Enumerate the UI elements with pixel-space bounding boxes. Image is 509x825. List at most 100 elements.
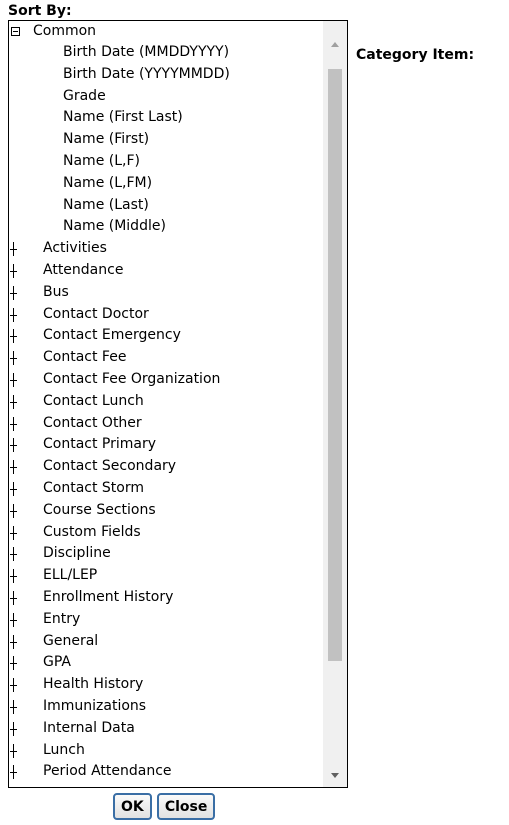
tree-node-group[interactable]: Discipline [9, 543, 324, 565]
expand-plus-icon[interactable] [10, 678, 18, 693]
tree-leaf-label[interactable]: Birth Date (YYYYMMDD) [63, 64, 230, 86]
tree-leaf-item[interactable]: Name (Middle) [9, 216, 324, 238]
expand-plus-icon[interactable] [10, 721, 18, 736]
expand-plus-icon[interactable] [10, 699, 18, 714]
tree-node-group[interactable]: ELL/LEP [9, 565, 324, 587]
tree-node-group[interactable]: Contact Fee [9, 347, 324, 369]
tree-node-label[interactable]: General [43, 631, 98, 653]
tree-node-label[interactable]: Contact Secondary [43, 456, 176, 478]
expand-plus-icon[interactable] [10, 569, 18, 584]
tree-node-group[interactable]: Contact Lunch [9, 391, 324, 413]
tree-node-label[interactable]: Contact Storm [43, 478, 144, 500]
tree-node-label[interactable]: Contact Fee Organization [43, 369, 220, 391]
tree-node-label[interactable]: Immunizations [43, 696, 146, 718]
tree-node-label[interactable]: Discipline [43, 543, 111, 565]
collapse-icon[interactable] [11, 27, 20, 36]
sort-by-tree[interactable]: Common Birth Date (MMDDYYYY) Birth Date (… [8, 20, 348, 788]
tree-node-label[interactable]: Contact Lunch [43, 391, 144, 413]
tree-node-group[interactable]: Contact Other [9, 413, 324, 435]
tree-node-label[interactable]: Contact Fee [43, 347, 126, 369]
tree-leaf-label[interactable]: Name (L,F) [63, 151, 140, 173]
tree-node-label[interactable]: Contact Other [43, 413, 142, 435]
tree-leaf-label[interactable]: Grade [63, 86, 106, 108]
expand-plus-icon[interactable] [10, 307, 18, 322]
tree-node-label[interactable]: Attendance [43, 260, 123, 282]
tree-leaf-label[interactable]: Birth Date (MMDDYYYY) [63, 42, 229, 64]
tree-leaf-item[interactable]: Grade [9, 86, 324, 108]
tree-leaf-item[interactable]: Birth Date (YYYYMMDD) [9, 64, 324, 86]
tree-node-label[interactable]: ELL/LEP [43, 565, 97, 587]
expand-plus-icon[interactable] [10, 503, 18, 518]
expand-plus-icon[interactable] [10, 481, 18, 496]
expand-plus-icon[interactable] [10, 329, 18, 344]
close-button[interactable]: Close [156, 793, 216, 820]
tree-leaf-label[interactable]: Name (L,FM) [63, 173, 152, 195]
tree-leaf-item[interactable]: Name (Last) [9, 195, 324, 217]
tree-node-label[interactable]: Contact Primary [43, 434, 156, 456]
ok-button[interactable]: OK [113, 793, 152, 820]
tree-node-group[interactable]: Contact Doctor [9, 304, 324, 326]
tree-node-group[interactable]: Internal Data [9, 718, 324, 740]
tree-leaf-item[interactable]: Name (First Last) [9, 107, 324, 129]
tree-node-label[interactable]: Contact Doctor [43, 304, 149, 326]
scroll-thumb[interactable] [328, 69, 342, 661]
tree-leaf-item[interactable]: Name (L,F) [9, 151, 324, 173]
tree-node-group[interactable]: Bus [9, 282, 324, 304]
tree-node-group[interactable]: Contact Fee Organization [9, 369, 324, 391]
expand-plus-icon[interactable] [10, 590, 18, 605]
tree-node-label[interactable]: Enrollment History [43, 587, 173, 609]
tree-node-group[interactable]: Attendance [9, 260, 324, 282]
expand-plus-icon[interactable] [10, 285, 18, 300]
expand-plus-icon[interactable] [10, 743, 18, 758]
expand-plus-icon[interactable] [10, 438, 18, 453]
expand-plus-icon[interactable] [10, 242, 18, 257]
tree-node-label[interactable]: GPA [43, 652, 71, 674]
expand-plus-icon[interactable] [10, 765, 18, 780]
tree-node-group[interactable]: Activities [9, 238, 324, 260]
expand-plus-icon[interactable] [10, 372, 18, 387]
scroll-up-arrow-icon[interactable] [331, 42, 339, 47]
tree-node-group[interactable]: GPA [9, 652, 324, 674]
tree-node-group[interactable]: Entry [9, 609, 324, 631]
expand-plus-icon[interactable] [10, 525, 18, 540]
expand-plus-icon[interactable] [10, 394, 18, 409]
tree-node-label[interactable]: Common [33, 21, 96, 42]
tree-node-group[interactable]: Contact Secondary [9, 456, 324, 478]
tree-node-group[interactable]: Period Attendance [9, 761, 324, 783]
tree-leaf-label[interactable]: Name (First Last) [63, 107, 183, 129]
tree-node-label[interactable]: Entry [43, 609, 80, 631]
tree-node-label[interactable]: Course Sections [43, 500, 156, 522]
scroll-down-arrow-icon[interactable] [331, 773, 339, 778]
tree-node-label[interactable]: Activities [43, 238, 107, 260]
vertical-scrollbar[interactable] [323, 21, 347, 787]
tree-node-group[interactable]: Health History [9, 674, 324, 696]
tree-node-group[interactable]: Custom Fields [9, 522, 324, 544]
tree-node-group[interactable]: Contact Storm [9, 478, 324, 500]
tree-node-label[interactable]: Bus [43, 282, 69, 304]
tree-node-group[interactable]: Course Sections [9, 500, 324, 522]
tree-leaf-label[interactable]: Name (First) [63, 129, 149, 151]
tree-leaf-item[interactable]: Name (L,FM) [9, 173, 324, 195]
tree-node-group[interactable]: Immunizations [9, 696, 324, 718]
tree-node-label[interactable]: Internal Data [43, 718, 135, 740]
tree-leaf-item[interactable]: Name (First) [9, 129, 324, 151]
tree-leaf-label[interactable]: Name (Middle) [63, 216, 166, 238]
tree-node-label[interactable]: Contact Emergency [43, 325, 181, 347]
expand-plus-icon[interactable] [10, 656, 18, 671]
expand-plus-icon[interactable] [10, 634, 18, 649]
expand-plus-icon[interactable] [10, 547, 18, 562]
tree-leaf-label[interactable]: Name (Last) [63, 195, 149, 217]
tree-node-group[interactable]: Contact Emergency [9, 325, 324, 347]
expand-plus-icon[interactable] [10, 263, 18, 278]
expand-plus-icon[interactable] [10, 612, 18, 627]
expand-plus-icon[interactable] [10, 351, 18, 366]
tree-node-label[interactable]: Lunch [43, 740, 85, 762]
tree-node-label[interactable]: Health History [43, 674, 143, 696]
tree-leaf-item[interactable]: Birth Date (MMDDYYYY) [9, 42, 324, 64]
tree-node-group[interactable]: Lunch [9, 740, 324, 762]
expand-plus-icon[interactable] [10, 416, 18, 431]
tree-node-label[interactable]: Period Attendance [43, 761, 172, 783]
expand-plus-icon[interactable] [10, 460, 18, 475]
tree-node-label[interactable]: Custom Fields [43, 522, 141, 544]
tree-node-group[interactable]: Enrollment History [9, 587, 324, 609]
